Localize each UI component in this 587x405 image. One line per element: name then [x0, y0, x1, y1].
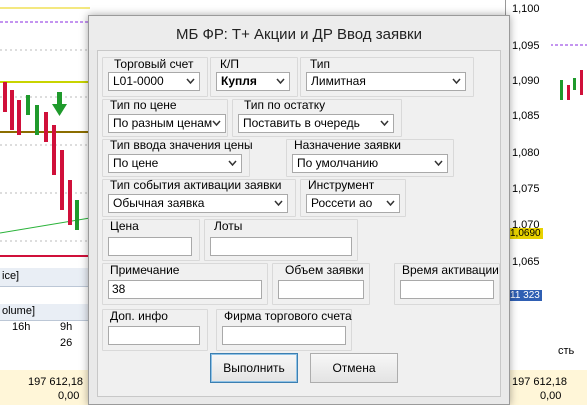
chevron-down-icon [379, 118, 390, 129]
lots-label: Лоты [214, 219, 243, 233]
price-input-type-value: По цене [113, 156, 159, 170]
time-cell: 16h [12, 321, 31, 333]
price-label: Цена [110, 219, 139, 233]
price-label: 1,075 [512, 183, 540, 195]
right-strip-text: сть [558, 345, 575, 357]
chevron-down-icon [385, 198, 396, 209]
side-value: Купля [221, 74, 257, 88]
price-input-type-label: Тип ввода значения цены [110, 138, 253, 152]
price-label: 1,080 [512, 147, 540, 159]
volume-panel-label: olume] [2, 305, 36, 317]
price-type-select[interactable]: По разным ценам [108, 114, 226, 133]
instrument-value: Россети ао [311, 196, 373, 210]
balance-type-select[interactable]: Поставить в очередь [238, 114, 394, 133]
comment-redaction [127, 282, 161, 297]
chevron-down-icon [211, 118, 222, 129]
extra-info-input[interactable] [108, 326, 200, 345]
bottom-right-value: 0,00 [540, 390, 562, 402]
side-select[interactable]: Купля [216, 72, 290, 91]
bottom-right-value: 197 612,18 [512, 376, 568, 388]
candles [3, 82, 79, 230]
left-chart-canvas [0, 7, 91, 257]
balance-type-label: Тип по остатку [244, 98, 326, 112]
activation-event-label: Тип события активации заявки [110, 178, 282, 192]
type-select[interactable]: Лимитная [306, 72, 466, 91]
account-redaction [167, 74, 183, 89]
price-type-value: По разным ценам [113, 116, 213, 130]
type-label: Тип [310, 57, 331, 71]
volume-panel-header: olume] [0, 304, 90, 321]
side-label: К/П [220, 57, 239, 71]
chevron-down-icon [227, 158, 238, 169]
chevron-down-icon [185, 76, 196, 87]
activation-time-input[interactable] [400, 280, 494, 299]
purpose-select[interactable]: По умолчанию [292, 154, 448, 173]
order-volume-label: Объем заявки [285, 263, 364, 277]
left-panel-label: ice] [2, 270, 20, 282]
left-price-chart [0, 0, 91, 268]
price-label: 1,085 [512, 110, 540, 122]
price-input[interactable] [108, 237, 192, 256]
account-select[interactable]: L01-0000 [108, 72, 200, 91]
chevron-down-icon [451, 76, 462, 87]
price-label: 1,090 [512, 75, 540, 87]
lots-input[interactable] [210, 237, 352, 256]
type-value: Лимитная [311, 74, 366, 88]
cancel-button[interactable]: Отмена [310, 353, 398, 383]
price-tag-yellow: 1,0690 [508, 228, 543, 239]
activation-event-value: Обычная заявка [113, 196, 205, 210]
purpose-label: Назначение заявки [294, 138, 402, 152]
comment-label: Примечание [110, 263, 180, 277]
price-tag-blue: 11 323 [508, 290, 542, 301]
extra-info-label: Доп. инфо [110, 309, 168, 323]
price-label: 1,095 [512, 40, 540, 52]
chevron-down-icon [273, 198, 284, 209]
comment-value: 38 [112, 282, 126, 296]
order-volume-input[interactable] [278, 280, 364, 299]
dialog-title[interactable]: МБ ФР: Т+ Акции и ДР Ввод заявки [89, 16, 509, 50]
down-arrow-icon [52, 92, 67, 116]
bottom-left-value: 197 612,18 [28, 376, 84, 388]
account-firm-input[interactable] [222, 326, 346, 345]
time-cell: 9h [60, 321, 73, 333]
price-input-type-select[interactable]: По цене [108, 154, 242, 173]
submit-button[interactable]: Выполнить [210, 353, 298, 383]
account-label: Торговый счет [114, 57, 194, 71]
bottom-left-value: 0,00 [58, 390, 80, 402]
account-value: L01-0000 [113, 74, 164, 88]
price-label: 1,100 [512, 3, 540, 15]
chevron-down-icon [275, 76, 286, 87]
instrument-label: Инструмент [308, 178, 375, 192]
left-panel-header: ice] [0, 268, 90, 287]
balance-type-value: Поставить в очередь [243, 116, 360, 130]
price-scale: 1,100 1,095 1,090 1,085 1,080 1,075 1,07… [505, 0, 551, 301]
account-firm-label: Фирма торгового счета [224, 309, 352, 323]
order-entry-dialog: МБ ФР: Т+ Акции и ДР Ввод заявки Торговы… [88, 15, 510, 405]
chevron-down-icon [433, 158, 444, 169]
activation-time-label: Время активации [402, 263, 499, 277]
comment-input[interactable]: 38 [108, 280, 262, 299]
dialog-client-area: Торговый счет L01-0000 К/П Купля Тип Лим… [97, 50, 501, 397]
price-type-label: Тип по цене [110, 98, 177, 112]
instrument-select[interactable]: Россети ао [306, 194, 400, 213]
time-value: 26 [60, 337, 73, 349]
activation-event-select[interactable]: Обычная заявка [108, 194, 288, 213]
price-label: 1,065 [512, 256, 540, 268]
purpose-value: По умолчанию [297, 156, 379, 170]
